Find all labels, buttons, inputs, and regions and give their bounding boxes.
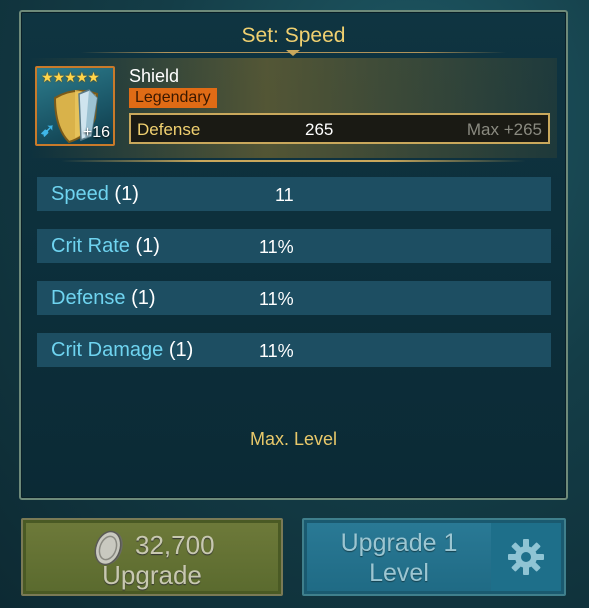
substat-value: 11% bbox=[259, 289, 294, 309]
item-divider bbox=[61, 160, 526, 162]
substat-count: (1) bbox=[135, 235, 160, 257]
primary-stat: Defense 265 Max +265 bbox=[129, 113, 550, 144]
substat-row: Crit Rate (1) 11% bbox=[37, 229, 551, 263]
upgrade-cost: 32,700 bbox=[135, 530, 215, 560]
substat-name: Speed (1) bbox=[51, 183, 139, 205]
substat-count: (1) bbox=[168, 339, 194, 361]
substat-name: Crit Damage (1) bbox=[51, 339, 194, 361]
artifact-panel: Set: Speed ★★★★★ ➹ +16 Shield Legendary … bbox=[19, 10, 568, 500]
substat-value: 11% bbox=[259, 237, 294, 257]
primary-stat-label: Defense bbox=[137, 120, 201, 139]
item-thumbnail[interactable]: ★★★★★ ➹ +16 bbox=[35, 66, 115, 146]
substat-row: Speed (1) 11 bbox=[37, 177, 551, 211]
substat-value: 11% bbox=[259, 341, 294, 361]
substat-count: (1) bbox=[114, 183, 139, 205]
substat-count: (1) bbox=[131, 287, 156, 309]
primary-stat-max: Max +265 bbox=[466, 120, 542, 139]
title-caret-icon bbox=[286, 50, 300, 56]
item-name: Shield bbox=[129, 66, 180, 86]
upgrade-button-label: Upgrade bbox=[102, 560, 202, 590]
upgrade-one-level-button[interactable]: Upgrade 1 Level bbox=[302, 518, 566, 596]
rarity-badge: Legendary bbox=[129, 88, 217, 108]
upgrade-button[interactable]: 32,700 Upgrade bbox=[21, 518, 283, 596]
substat-value: 11 bbox=[275, 185, 294, 205]
speed-set-icon: ➹ bbox=[40, 120, 56, 140]
gear-icon bbox=[508, 539, 544, 575]
upgrade-one-level-label: Upgrade 1 Level bbox=[340, 529, 458, 587]
substat-name: Crit Rate (1) bbox=[51, 235, 160, 257]
item-level: +16 bbox=[82, 124, 110, 141]
max-level-status: Max. Level bbox=[249, 429, 338, 449]
substat-row: Crit Damage (1) 11% bbox=[37, 333, 551, 367]
substat-row: Defense (1) 11% bbox=[37, 281, 551, 315]
set-title: Set: Speed bbox=[241, 24, 346, 47]
substat-name: Defense (1) bbox=[51, 287, 156, 309]
primary-stat-value: 265 bbox=[305, 120, 334, 139]
settings-button[interactable] bbox=[491, 523, 561, 591]
